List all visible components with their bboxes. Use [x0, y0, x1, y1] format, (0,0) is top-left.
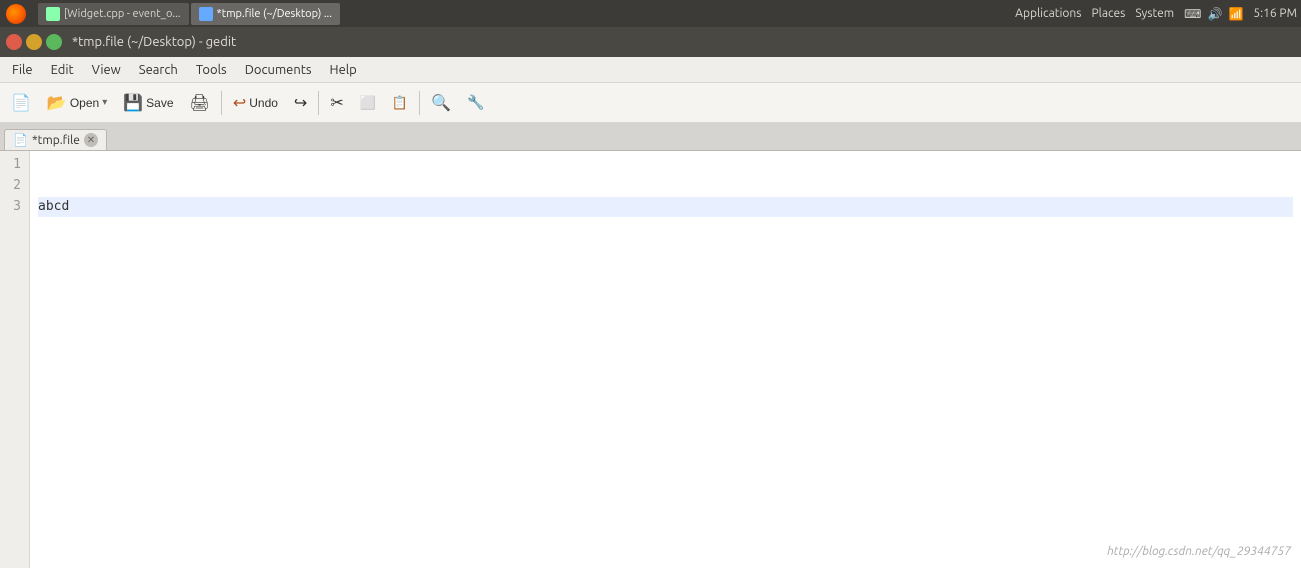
taskbar-tab-1-label: [Widget.cpp - event_o... [64, 8, 181, 20]
applications-menu[interactable]: Applications [1015, 7, 1081, 20]
volume-icon[interactable]: 🔊 [1207, 7, 1222, 21]
code-line-2 [38, 259, 1293, 280]
undo-button[interactable]: ↩ Undo [226, 89, 285, 117]
print-icon: 🖨 [190, 93, 210, 113]
keyboard-icon: ⌨ [1184, 7, 1201, 21]
file-tab-tmpfile[interactable]: 📄 *tmp.file ✕ [4, 129, 107, 150]
undo-icon: ↩ [233, 93, 246, 113]
taskbar-tab-2[interactable]: *tmp.file (~/Desktop) ... [191, 3, 340, 25]
sys-tray: ⌨ 🔊 📶 [1184, 7, 1243, 21]
paste-icon: 📋 [392, 95, 408, 111]
toolbar-separator-1 [221, 91, 222, 115]
save-button[interactable]: 💾 Save [116, 89, 180, 117]
title-bar: *tmp.file (~/Desktop) - gedit [0, 27, 1301, 57]
tab-icon-2 [199, 7, 213, 21]
code-content[interactable]: abcd [30, 151, 1301, 568]
watermark: http://blog.csdn.net/qq_29344757 [1107, 545, 1291, 558]
tabs-bar: 📄 *tmp.file ✕ [0, 123, 1301, 151]
line-number-1: 1 [8, 155, 21, 176]
code-line-1: abcd [38, 197, 1293, 218]
system-menu[interactable]: System [1135, 7, 1174, 20]
new-icon: 📄 [11, 93, 31, 113]
line-number-3: 3 [8, 197, 21, 218]
undo-label: Undo [249, 96, 278, 110]
top-panel-left: [Widget.cpp - event_o... *tmp.file (~/De… [4, 2, 340, 26]
open-label: Open [70, 96, 99, 110]
toolbar: 📄 📂 Open ▾ 💾 Save 🖨 ↩ Undo ↪ ✂ ⬜ 📋 🔍 🔧 [0, 83, 1301, 123]
menu-bar: File Edit View Search Tools Documents He… [0, 57, 1301, 83]
new-button[interactable]: 📄 [4, 89, 38, 117]
network-icon: 📶 [1228, 7, 1243, 21]
open-button[interactable]: 📂 Open ▾ [40, 89, 114, 117]
close-button[interactable] [6, 34, 22, 50]
taskbar-tabs: [Widget.cpp - event_o... *tmp.file (~/De… [38, 3, 340, 25]
menu-documents[interactable]: Documents [237, 61, 320, 79]
menu-view[interactable]: View [84, 61, 129, 79]
file-tab-icon: 📄 [13, 133, 28, 147]
file-tab-name: *tmp.file [32, 134, 80, 147]
file-tab-close[interactable]: ✕ [84, 133, 98, 147]
taskbar-tab-1[interactable]: [Widget.cpp - event_o... [38, 3, 189, 25]
print-button[interactable]: 🖨 [183, 89, 217, 117]
toolbar-separator-2 [318, 91, 319, 115]
line-number-2: 2 [8, 176, 21, 197]
menu-tools[interactable]: Tools [188, 61, 235, 79]
window-title: *tmp.file (~/Desktop) - gedit [72, 35, 236, 49]
cut-button[interactable]: ✂ [323, 89, 350, 117]
menu-file[interactable]: File [4, 61, 41, 79]
line-numbers: 1 2 3 [0, 151, 30, 568]
paste-button[interactable]: 📋 [385, 91, 415, 115]
cut-icon: ✂ [330, 93, 343, 113]
redo-button[interactable]: ↪ [287, 89, 314, 117]
taskbar-tab-2-label: *tmp.file (~/Desktop) ... [217, 8, 332, 20]
redo-icon: ↪ [294, 93, 307, 113]
copy-button[interactable]: ⬜ [353, 91, 383, 115]
open-arrow-icon: ▾ [102, 97, 107, 108]
replace-button[interactable]: 🔧 [460, 90, 491, 115]
menu-edit[interactable]: Edit [43, 61, 82, 79]
save-icon: 💾 [123, 93, 143, 113]
editor-area[interactable]: 1 2 3 abcd [0, 151, 1301, 568]
window-controls [6, 34, 62, 50]
minimize-button[interactable] [26, 34, 42, 50]
firefox-icon [6, 4, 26, 24]
open-icon: 📂 [47, 93, 67, 113]
firefox-button[interactable] [4, 2, 28, 26]
copy-icon: ⬜ [360, 95, 376, 111]
maximize-button[interactable] [46, 34, 62, 50]
places-menu[interactable]: Places [1091, 7, 1125, 20]
tab-icon-1 [46, 7, 60, 21]
code-line-3 [38, 321, 1293, 342]
replace-icon: 🔧 [467, 94, 484, 111]
menu-help[interactable]: Help [322, 61, 365, 79]
menu-search[interactable]: Search [131, 61, 186, 79]
clock: 5:16 PM [1253, 7, 1297, 20]
top-panel-right: Applications Places System ⌨ 🔊 📶 5:16 PM [1015, 7, 1297, 21]
toolbar-separator-3 [419, 91, 420, 115]
save-label: Save [146, 96, 173, 110]
top-panel: [Widget.cpp - event_o... *tmp.file (~/De… [0, 0, 1301, 27]
find-icon: 🔍 [431, 93, 451, 113]
find-button[interactable]: 🔍 [424, 89, 458, 117]
